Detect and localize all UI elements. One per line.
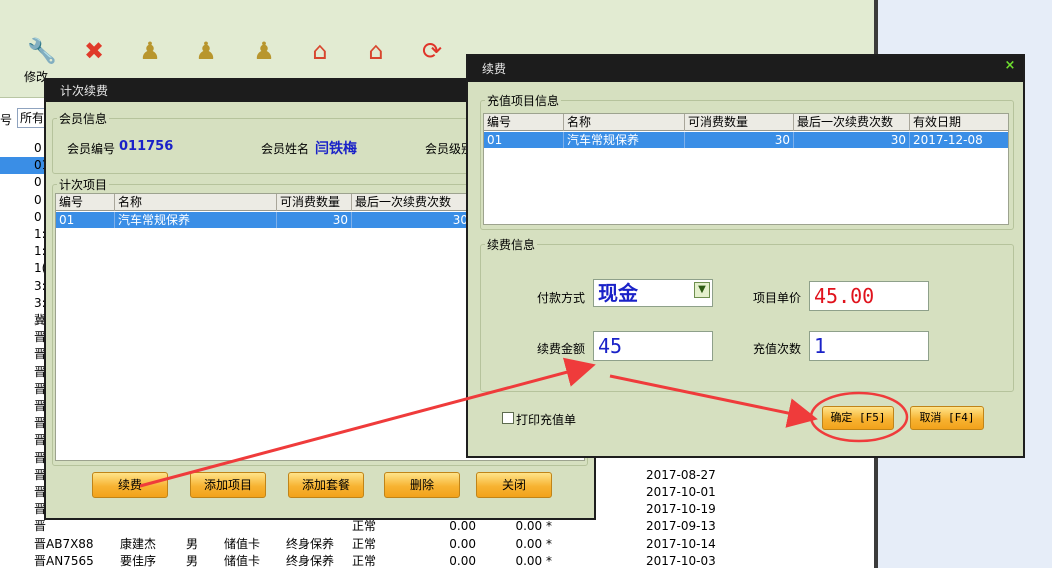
cell-a1: 0.00 [449, 519, 476, 534]
cell-a2: 0.00 * [515, 536, 552, 551]
delete-button[interactable]: 删除 [384, 472, 460, 498]
times-label: 充值次数 [753, 342, 802, 356]
column-header[interactable]: 名称 [564, 114, 685, 131]
recharge-items-group: 充值项目信息 编号 名称 可消费数量 最后一次续费次数 有效日期 01 汽车常规… [480, 92, 1014, 230]
table-row[interactable]: 晋AB7X88 康建杰 男 储值卡 终身保养 正常 0.00 0.00 * 2017-10-14 [0, 536, 874, 553]
renew-button[interactable]: 续费 [92, 472, 168, 498]
recharge-items-grid: 编号 名称 可消费数量 最后一次续费次数 有效日期 01 汽车常规保养 30 3… [483, 113, 1009, 225]
column-header[interactable]: 编号 [484, 114, 564, 131]
cell-date: 2017-10-14 [646, 536, 716, 551]
cell-a1: 0.00 [449, 536, 476, 551]
add-package-button[interactable]: 添加套餐 [288, 472, 364, 498]
cell-status: 正常 [352, 536, 377, 551]
cell-plate: 晋AN7565 [34, 553, 94, 568]
cell-status: 正常 [352, 519, 377, 534]
filter-label: 号 [0, 113, 13, 127]
times-input[interactable]: 1 [809, 331, 929, 361]
amount-input[interactable]: 45 [593, 331, 713, 361]
member-name-value: 闫铁梅 [315, 141, 357, 157]
payment-value: 现金 [598, 281, 638, 305]
cell-name: 要佳序 [120, 553, 157, 568]
cell-plate: 晋 [34, 519, 47, 534]
cell-date: 2017-10-01 [646, 485, 716, 499]
cell-status: 正常 [352, 553, 377, 568]
member-name-label: 会员姓名 [261, 142, 310, 156]
delete-toolbar-button[interactable]: ✖ [74, 36, 114, 76]
toolbar-button-7[interactable]: ⌂ [356, 36, 396, 76]
cell-name: 汽车常规保养 [115, 212, 277, 228]
cell-code: 01 [484, 132, 564, 148]
house-icon: ⌂ [312, 37, 328, 65]
cell-qty: 30 [685, 132, 794, 148]
column-header[interactable]: 有效日期 [910, 114, 1008, 131]
table-row[interactable]: 晋AN7565 要佳序 男 储值卡 终身保养 正常 0.00 0.00 * 2017-10-03 [0, 553, 874, 568]
column-header[interactable]: 名称 [115, 194, 277, 211]
payment-select[interactable]: 现金 ▼ [593, 279, 713, 307]
cell-last: 30 [352, 212, 472, 228]
print-label: 打印充值单 [516, 413, 577, 427]
x-icon: ✖ [83, 37, 105, 65]
refresh-icon: ⟳ [421, 37, 443, 65]
payment-label: 付款方式 [537, 291, 586, 305]
print-checkbox[interactable] [502, 412, 514, 424]
cell-type: 终身保养 [286, 536, 335, 551]
cell-a1: 0.00 [449, 553, 476, 568]
table-row[interactable]: 晋 正常 0.00 0.00 * 2017-09-13 [0, 518, 874, 535]
amount-label: 续费金额 [537, 342, 586, 356]
toolbar-button-8[interactable]: ⟳ [412, 36, 452, 76]
cell-gender: 男 [186, 553, 199, 568]
toolbar-button-5[interactable]: ♟ [244, 36, 284, 76]
member-no-value: 011756 [119, 139, 174, 154]
cell-plate: 晋AB7X88 [34, 536, 94, 551]
cell-qty: 30 [277, 212, 352, 228]
toolbar-button-6[interactable]: ⌂ [300, 36, 340, 76]
cell-name: 康建杰 [120, 536, 157, 551]
close-button[interactable]: 关闭 [476, 472, 552, 498]
table-row[interactable]: 01 汽车常规保养 30 30 2017-12-08 [484, 132, 1008, 148]
cell-date: 2017-10-03 [646, 553, 716, 568]
toolbar-button-4[interactable]: ♟ [186, 36, 226, 76]
cell-a2: 0.00 * [515, 519, 552, 534]
pawn-icon: ♟ [195, 37, 217, 65]
cell-last: 30 [794, 132, 910, 148]
house-icon: ⌂ [368, 37, 384, 65]
wrench-icon: 🔧 [27, 37, 57, 65]
column-header[interactable]: 最后一次续费次数 [352, 194, 472, 211]
group-title: 续费信息 [485, 236, 538, 253]
pawn-icon: ♟ [253, 37, 275, 65]
cell-type: 终身保养 [286, 553, 335, 568]
add-item-button[interactable]: 添加项目 [190, 472, 266, 498]
cell-date: 2017-09-13 [646, 519, 716, 534]
renew-dialog: 续费 × 充值项目信息 编号 名称 可消费数量 最后一次续费次数 有效日期 01… [466, 54, 1025, 458]
renew-info-group: 续费信息 付款方式 现金 ▼ 项目单价 45.00 续费金额 45 充值次数 1 [480, 236, 1014, 392]
unit-price-label: 项目单价 [753, 291, 802, 305]
confirm-button[interactable]: 确定 [F5] [822, 406, 894, 430]
column-header[interactable]: 编号 [56, 194, 115, 211]
close-icon[interactable]: × [1003, 59, 1017, 73]
cell-expire: 2017-12-08 [910, 132, 1008, 148]
cell-name: 汽车常规保养 [564, 132, 685, 148]
cell-gender: 男 [186, 536, 199, 551]
dialog-title: 续费 [468, 56, 1023, 82]
group-title: 计次项目 [57, 176, 110, 193]
cell-a2: 0.00 * [515, 553, 552, 568]
filter-select[interactable]: 所有 [17, 108, 47, 128]
column-header[interactable]: 可消费数量 [277, 194, 352, 211]
grid-header: 编号 名称 可消费数量 最后一次续费次数 有效日期 [484, 114, 1008, 131]
cell-date: 2017-10-19 [646, 502, 716, 517]
toolbar-button-3[interactable]: ♟ [130, 36, 170, 76]
cancel-button[interactable]: 取消 [F4] [910, 406, 984, 430]
member-no-label: 会员编号 [67, 142, 116, 156]
cell-card: 储值卡 [224, 536, 261, 551]
cell-code: 01 [56, 212, 115, 228]
cell-card: 储值卡 [224, 553, 261, 568]
chevron-down-icon[interactable]: ▼ [694, 282, 710, 298]
column-header[interactable]: 最后一次续费次数 [794, 114, 910, 131]
group-title: 充值项目信息 [485, 92, 562, 109]
column-header[interactable]: 可消费数量 [685, 114, 794, 131]
unit-price-input[interactable]: 45.00 [809, 281, 929, 311]
group-title: 会员信息 [57, 110, 110, 127]
pawn-icon: ♟ [139, 37, 161, 65]
cell-date: 2017-08-27 [646, 467, 716, 482]
